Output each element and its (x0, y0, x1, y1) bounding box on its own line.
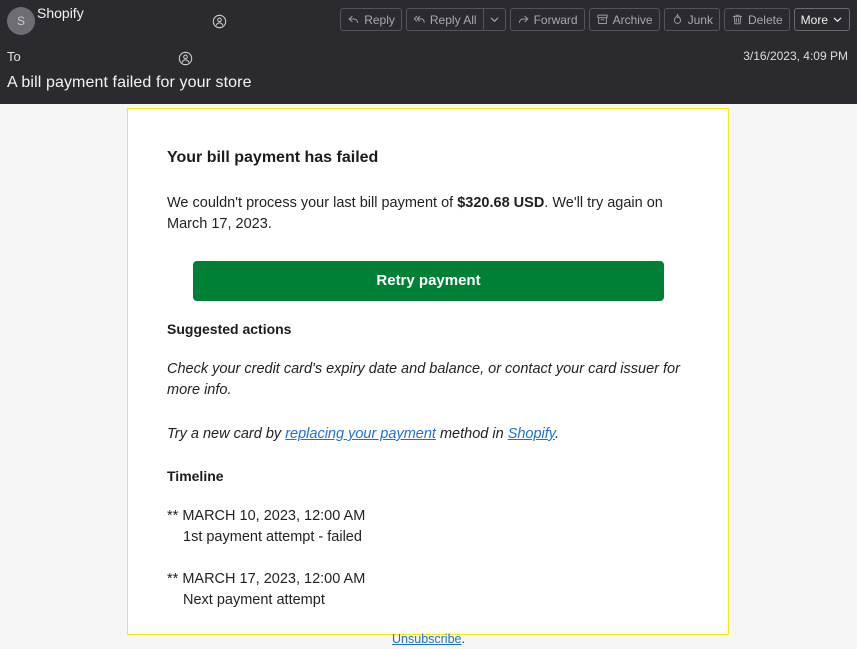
chevron-down-icon (489, 14, 500, 25)
forward-button[interactable]: Forward (509, 8, 585, 31)
message-subject: A bill payment failed for your store (7, 74, 252, 91)
more-label: More (800, 12, 828, 27)
message-toolbar: Reply Reply All Forward Archive Junk Del… (340, 8, 850, 31)
message-header: S Shopify To 3/16/2023, 4:09 PM A bill p… (0, 0, 857, 104)
reply-arrow-icon (347, 13, 360, 26)
tip2-text-3: . (554, 426, 560, 442)
sender-name[interactable]: Shopify (37, 5, 84, 21)
avatar: S (7, 7, 35, 35)
forward-label: Forward (533, 12, 578, 27)
timeline-entry-date: ** MARCH 17, 2023, 12:00 AM (167, 571, 366, 587)
archive-label: Archive (612, 12, 653, 27)
email-intro-paragraph: We couldn't process your last bill payme… (167, 193, 690, 235)
delete-label: Delete (747, 12, 783, 27)
tip2-text-1: Try a new card by (167, 426, 286, 442)
contact-circle-icon[interactable] (212, 14, 227, 29)
reply-button[interactable]: Reply (340, 8, 402, 31)
trash-icon (731, 13, 744, 26)
junk-button[interactable]: Junk (663, 8, 720, 31)
email-content: Your bill payment has failed We couldn't… (128, 109, 728, 646)
retry-payment-button[interactable]: Retry payment (193, 261, 664, 301)
email-heading: Your bill payment has failed (167, 149, 379, 166)
forward-arrow-icon (517, 13, 530, 26)
message-date: 3/16/2023, 4:09 PM (743, 49, 848, 63)
reply-all-arrow-icon (413, 13, 426, 26)
email-content-card: Your bill payment has failed We couldn't… (127, 108, 729, 646)
chevron-down-icon (832, 14, 843, 25)
timeline-entry: ** MARCH 17, 2023, 12:00 AM Next payment… (167, 569, 690, 611)
replacing-your-payment-link[interactable]: replacing your payment (285, 426, 436, 442)
suggested-action-tip-1: Check your credit card's expiry date and… (167, 361, 680, 398)
timeline-entry-description: Next payment attempt (183, 592, 325, 608)
timeline-entry: ** MARCH 10, 2023, 12:00 AM 1st payment … (167, 506, 690, 548)
reply-all-button[interactable]: Reply All (405, 8, 483, 31)
suggested-action-tip-2: Try a new card by replacing your payment… (167, 424, 690, 445)
suggested-actions-heading: Suggested actions (167, 321, 292, 337)
archive-box-icon (596, 13, 609, 26)
reply-label: Reply (364, 12, 395, 27)
email-footer: Unsubscribe. (167, 632, 690, 646)
unsubscribe-link[interactable]: Unsubscribe (392, 632, 461, 646)
reply-all-split-button: Reply All (405, 8, 506, 31)
timeline-entry-description: 1st payment attempt - failed (183, 529, 362, 545)
timeline-heading: Timeline (167, 468, 224, 484)
tip2-text-2: method in (435, 426, 508, 442)
reply-all-label: Reply All (429, 12, 477, 27)
intro-text-before: We couldn't process your last bill payme… (167, 195, 458, 211)
junk-label: Junk (687, 12, 713, 27)
to-label: To (7, 49, 21, 64)
intro-amount: $320.68 USD (457, 195, 545, 211)
to-contact-circle-icon[interactable] (178, 51, 193, 66)
reply-all-dropdown-button[interactable] (482, 8, 506, 31)
shopify-link[interactable]: Shopify (508, 426, 555, 442)
more-button[interactable]: More (793, 8, 850, 31)
junk-flame-icon (671, 13, 684, 26)
retry-payment-cta-wrap: Retry payment (167, 261, 690, 301)
message-body-area: Your bill payment has failed We couldn't… (0, 104, 857, 649)
footer-period: . (461, 632, 465, 646)
archive-button[interactable]: Archive (588, 8, 660, 31)
delete-button[interactable]: Delete (723, 8, 790, 31)
timeline-entry-date: ** MARCH 10, 2023, 12:00 AM (167, 508, 366, 524)
